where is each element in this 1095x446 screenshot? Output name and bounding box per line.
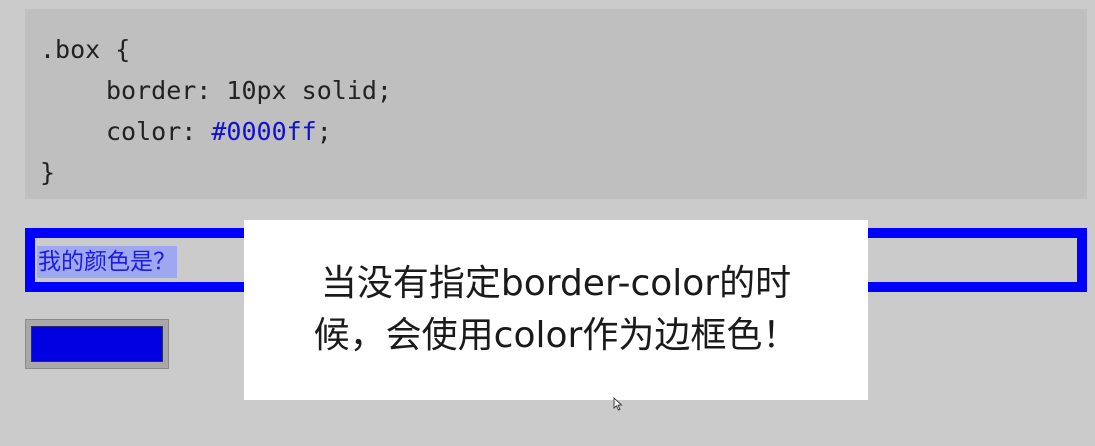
demo-box-text[interactable]: 我的颜色是？ bbox=[37, 246, 177, 278]
code-color-value: #0000ff bbox=[211, 117, 317, 146]
mouse-pointer-icon bbox=[613, 397, 623, 411]
code-line-border: border: 10px solid; bbox=[106, 76, 392, 105]
code-line-close: } bbox=[40, 158, 56, 187]
css-code-block: .box { border: 10px solid; color: #0000ff;… bbox=[25, 9, 1087, 199]
subtitle-overlay: 当没有指定border-color的时候，会使用color作为边框色！ bbox=[244, 220, 868, 400]
demo-button[interactable] bbox=[25, 319, 169, 369]
code-line-selector: .box { bbox=[40, 35, 131, 64]
demo-button-face bbox=[31, 326, 163, 362]
code-color-property: color: bbox=[106, 117, 212, 146]
subtitle-text: 当没有指定border-color的时候，会使用color作为边框色！ bbox=[313, 263, 799, 356]
code-line-color: color: #0000ff; bbox=[40, 111, 1087, 152]
code-color-semicolon: ; bbox=[316, 117, 332, 146]
